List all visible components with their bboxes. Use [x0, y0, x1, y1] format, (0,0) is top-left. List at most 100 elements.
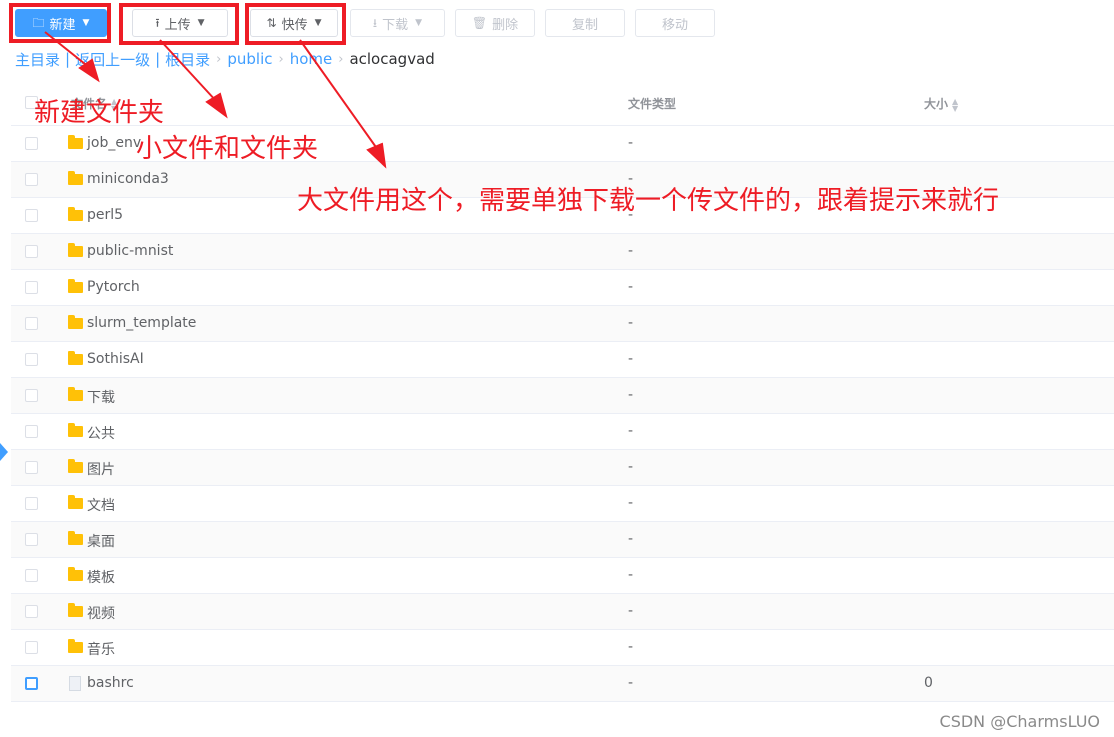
row-type: - [628, 675, 634, 691]
table-row[interactable]: 视频 - [11, 594, 1114, 630]
folder-icon [68, 207, 83, 221]
row-name[interactable]: perl5 [87, 207, 123, 223]
table-row[interactable]: 公共 - [11, 414, 1114, 450]
row-checkbox[interactable] [25, 461, 38, 474]
new-folder-icon: 🗀 [32, 16, 45, 30]
row-name[interactable]: 桌面 [87, 531, 115, 551]
breadcrumb-separator: | [65, 50, 71, 68]
breadcrumb-root-link[interactable]: 根目录 [165, 49, 210, 70]
chevron-right-icon: › [216, 51, 222, 67]
table-row[interactable]: slurm_template - [11, 306, 1114, 342]
watermark: CSDN @CharmsLUO [939, 712, 1100, 731]
sort-icon[interactable]: ▲ ▼ [952, 97, 958, 112]
row-type: - [628, 243, 634, 259]
breadcrumb: 主目录 | 返回上一级 | 根目录 › public › home › aclo… [15, 48, 435, 70]
table-row[interactable]: 桌面 - [11, 522, 1114, 558]
row-type: - [628, 459, 634, 475]
fast-transfer-button[interactable]: ⇅ 快传 ▼ [250, 9, 338, 37]
row-type: - [628, 531, 634, 547]
caret-down-icon: ▼ [415, 18, 423, 28]
row-name[interactable]: 公共 [87, 423, 115, 443]
folder-icon [68, 603, 83, 617]
breadcrumb-path-public[interactable]: public [227, 50, 272, 68]
copy-button-label: 复制 [571, 17, 598, 33]
table-row[interactable]: SothisAI - [11, 342, 1114, 378]
row-checkbox[interactable] [25, 137, 38, 150]
row-name[interactable]: 文档 [87, 495, 115, 515]
row-checkbox[interactable] [25, 641, 38, 654]
row-name[interactable]: slurm_template [87, 315, 196, 331]
table-header: 文件名 ▲ ▼ 文件类型 大小 ▲ ▼ [11, 86, 1114, 126]
table-row[interactable]: bashrc - 0 [11, 666, 1114, 702]
chevron-right-icon: › [338, 51, 344, 67]
row-checkbox[interactable] [25, 281, 38, 294]
row-checkbox[interactable] [25, 497, 38, 510]
row-name[interactable]: 图片 [87, 459, 115, 479]
copy-button[interactable]: 复制 [545, 9, 625, 37]
folder-icon [68, 495, 83, 509]
row-name[interactable]: bashrc [87, 675, 134, 691]
row-type: - [628, 567, 634, 583]
transfer-icon: ⇅ [266, 16, 277, 30]
breadcrumb-back-link[interactable]: 返回上一级 [75, 49, 150, 70]
row-checkbox[interactable] [25, 245, 38, 258]
row-size: 0 [924, 675, 933, 691]
row-type: - [628, 495, 634, 511]
row-name[interactable]: 视频 [87, 603, 115, 623]
row-checkbox[interactable] [25, 425, 38, 438]
row-checkbox[interactable] [25, 173, 38, 186]
row-name[interactable]: miniconda3 [87, 171, 169, 187]
table-row[interactable]: Pytorch - [11, 270, 1114, 306]
table-row[interactable]: public-mnist - [11, 234, 1114, 270]
row-checkbox[interactable] [25, 389, 38, 402]
folder-icon [68, 279, 83, 293]
row-name[interactable]: job_env [87, 135, 141, 151]
folder-icon [68, 639, 83, 653]
move-button[interactable]: 移动 [635, 9, 715, 37]
row-checkbox[interactable] [25, 317, 38, 330]
delete-button-label: 删除 [492, 17, 519, 33]
upload-button[interactable]: ⭱ 上传 ▼ [132, 9, 228, 37]
new-button[interactable]: 🗀 新建 ▼ [15, 9, 107, 37]
row-checkbox[interactable] [25, 533, 38, 546]
table-row[interactable]: 模板 - [11, 558, 1114, 594]
folder-icon [68, 531, 83, 545]
caret-down-icon: ▼ [197, 18, 205, 28]
table-row[interactable]: 文档 - [11, 486, 1114, 522]
row-type: - [628, 315, 634, 331]
folder-icon [68, 315, 83, 329]
row-type: - [628, 603, 634, 619]
folder-icon [68, 423, 83, 437]
breadcrumb-home-link[interactable]: 主目录 [15, 49, 60, 70]
delete-button[interactable]: 🗑 删除 [455, 9, 535, 37]
row-name[interactable]: Pytorch [87, 279, 140, 295]
collapse-handle-icon[interactable] [0, 443, 8, 461]
download-button[interactable]: ⭳ 下载 ▼ [350, 9, 445, 37]
breadcrumb-path-home[interactable]: home [290, 50, 333, 68]
column-header-size[interactable]: 大小 ▲ ▼ [924, 95, 958, 112]
download-button-label: 下载 [382, 17, 409, 33]
row-name[interactable]: 模板 [87, 567, 115, 587]
row-checkbox[interactable] [25, 677, 38, 690]
folder-icon [68, 135, 83, 149]
row-checkbox[interactable] [25, 209, 38, 222]
upload-icon: ⭱ [155, 16, 160, 30]
row-checkbox[interactable] [25, 605, 38, 618]
caret-down-icon: ▼ [82, 18, 90, 28]
upload-button-label: 上传 [164, 17, 191, 33]
row-name[interactable]: 音乐 [87, 639, 115, 659]
row-type: - [628, 423, 634, 439]
annotation-new-folder: 新建文件夹 [34, 98, 165, 128]
row-name[interactable]: SothisAI [87, 351, 144, 367]
row-name[interactable]: public-mnist [87, 243, 173, 259]
table-row[interactable]: 下载 - [11, 378, 1114, 414]
row-type: - [628, 135, 634, 151]
table-row[interactable]: 图片 - [11, 450, 1114, 486]
row-type: - [628, 387, 634, 403]
table-row[interactable]: 音乐 - [11, 630, 1114, 666]
folder-icon [68, 459, 83, 473]
row-checkbox[interactable] [25, 569, 38, 582]
file-icon [69, 676, 81, 691]
row-checkbox[interactable] [25, 353, 38, 366]
row-name[interactable]: 下载 [87, 387, 115, 407]
